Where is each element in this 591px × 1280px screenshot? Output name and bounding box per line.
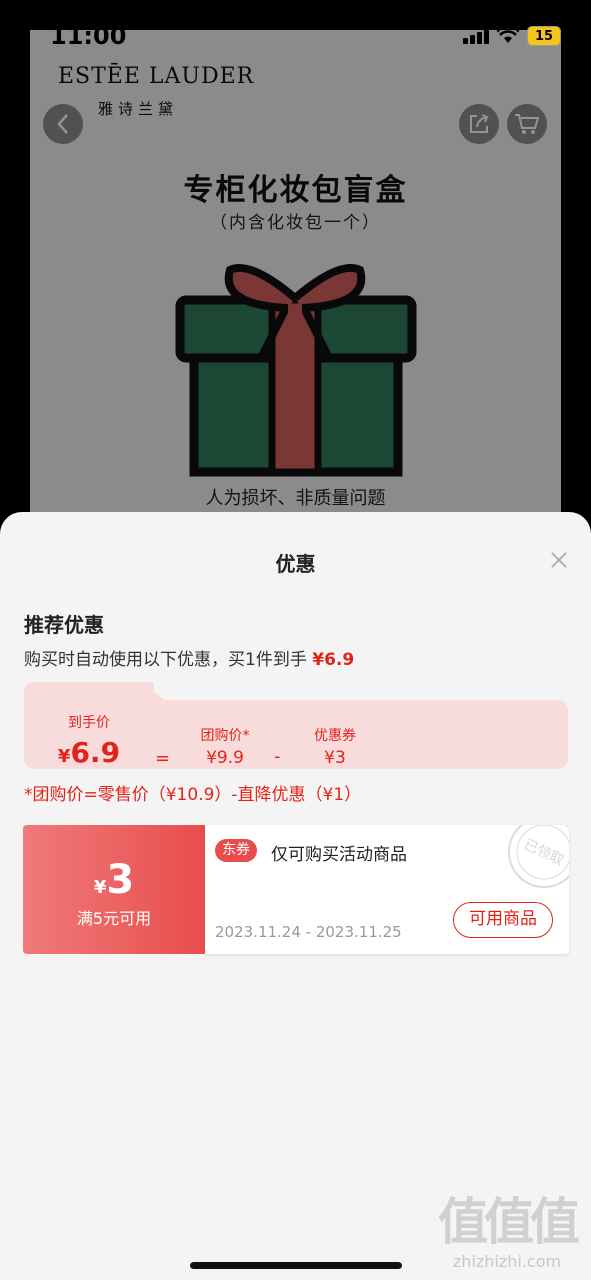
- wifi-icon: [497, 28, 519, 43]
- group-price-formula: *团购价=零售价（¥10.9）-直降优惠（¥1）: [24, 785, 362, 805]
- coupon-value: ¥3: [324, 748, 346, 768]
- final-price-label: 到手价: [68, 715, 110, 731]
- coupon-description: 仅可购买活动商品: [271, 845, 407, 865]
- dim-overlay[interactable]: [0, 0, 591, 540]
- recommend-heading: 推荐优惠: [24, 613, 104, 637]
- equals-sign: =: [155, 748, 171, 769]
- coupon-label: 优惠券: [314, 728, 356, 744]
- eligible-products-button[interactable]: 可用商品: [453, 902, 553, 938]
- status-time: 11:00: [50, 22, 127, 50]
- coupon-yen: ¥: [93, 877, 107, 898]
- final-price-number: 6.9: [70, 736, 121, 769]
- signal-icon: [463, 28, 489, 44]
- coupon-validity-dates: 2023.11.24 - 2023.11.25: [215, 923, 402, 941]
- status-icons: 15: [463, 26, 561, 46]
- claimed-stamp-text: 已领取: [521, 837, 566, 869]
- sheet-title: 优惠: [275, 552, 316, 576]
- coupon-detail-panel: 东券 仅可购买活动商品 已领取 2023.11.24 - 2023.11.25 …: [205, 825, 569, 954]
- close-icon[interactable]: [546, 548, 572, 574]
- coupon-amount-number: 3: [106, 857, 135, 903]
- recommend-desc-prefix: 购买时自动使用以下优惠，买: [24, 650, 245, 670]
- coupon-card: ¥3 满5元可用 东券 仅可购买活动商品 已领取 2023.11.24 - 20…: [23, 825, 569, 954]
- price-breakdown: 到手价 ¥6.9 = 团购价* ¥9.9 - 优惠券 ¥3: [24, 682, 568, 769]
- recommend-desc-mid: 件到手: [255, 650, 307, 670]
- claimed-stamp-icon: 已领取: [508, 825, 569, 888]
- group-price-label: 团购价*: [200, 728, 250, 744]
- coupon-amount: ¥3: [23, 857, 205, 903]
- recommend-description: 购买时自动使用以下优惠，买1件到手 ¥6.9: [24, 645, 354, 670]
- home-indicator[interactable]: [190, 1262, 402, 1269]
- recommend-desc-count: 1: [245, 650, 256, 670]
- coupon-amount-panel: ¥3 满5元可用: [23, 825, 205, 954]
- final-price-yen: ¥: [57, 746, 71, 767]
- final-price-value: ¥6.9: [54, 736, 124, 769]
- discount-sheet: 优惠 推荐优惠 购买时自动使用以下优惠，买1件到手 ¥6.9 到手价 ¥6.9 …: [0, 512, 591, 1280]
- coupon-type-badge: 东券: [215, 839, 257, 862]
- site-watermark: 值值值 zhizhizhi.com: [438, 1193, 580, 1271]
- recommend-desc-price: ¥6.9: [312, 650, 355, 670]
- battery-icon: 15: [527, 26, 561, 46]
- status-bar: 11:00 15: [0, 0, 591, 60]
- group-price-value: ¥9.9: [206, 748, 244, 768]
- product-page-background: 11:00 15 ESTĒE LAUDER 雅诗兰黛 专柜化妆包盲盒 （内含化妆…: [0, 0, 591, 540]
- minus-sign: -: [274, 746, 281, 767]
- watermark-logo: 值值值: [438, 1193, 580, 1251]
- coupon-condition: 满5元可用: [76, 909, 152, 928]
- watermark-url: zhizhizhi.com: [452, 1252, 562, 1271]
